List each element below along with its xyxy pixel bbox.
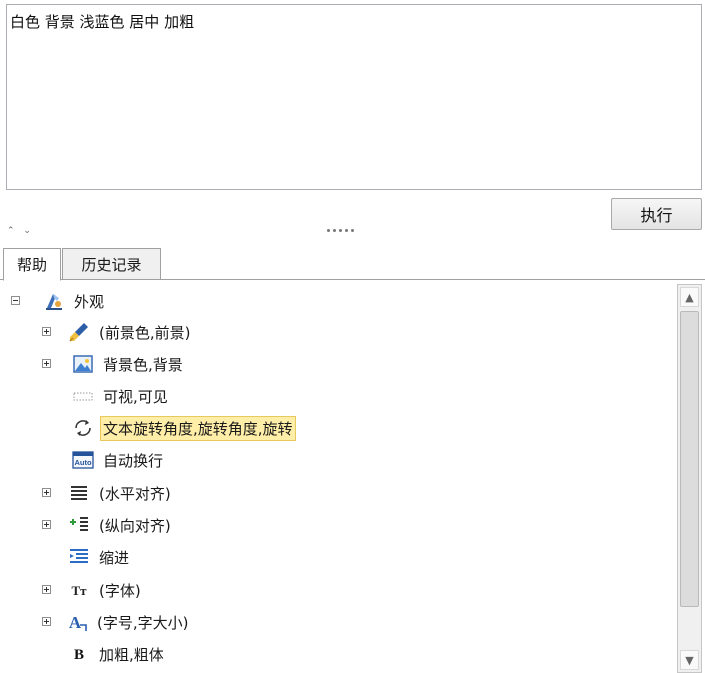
tree-node-text-rotation[interactable]: 文本旋转角度,旋转角度,旋转: [72, 413, 296, 443]
tree-node-label: 加粗,粗体: [99, 645, 164, 664]
svg-text:Tт: Tт: [71, 583, 87, 598]
scroll-thumb[interactable]: [680, 311, 699, 607]
tree-node-label: (字号,字大小): [97, 613, 189, 632]
tree-node-label: 自动换行: [103, 451, 164, 470]
tree-node-label: 背景色,背景: [103, 355, 183, 374]
tree-node-font[interactable]: Tт (字体): [68, 575, 144, 605]
align-horizontal-icon: [68, 482, 90, 504]
expand-expander[interactable]: [42, 327, 51, 336]
dotted-rect-icon: [72, 385, 94, 407]
svg-text:B: B: [74, 647, 84, 663]
collapse-toggle-icon[interactable]: ⌃ ⌄: [7, 226, 34, 236]
grip-dot: [345, 229, 348, 232]
svg-text:A: A: [69, 613, 82, 632]
tree-node-label: 缩进: [99, 548, 130, 567]
expand-expander[interactable]: [42, 359, 51, 368]
grip-dot: [339, 229, 342, 232]
tab-help[interactable]: 帮助: [3, 248, 61, 281]
brush-icon: [68, 321, 90, 343]
scroll-up-icon[interactable]: ▲: [680, 287, 699, 307]
rotate-icon: [72, 417, 94, 439]
expand-expander[interactable]: [42, 585, 51, 594]
help-tree[interactable]: 外观 (前景色,前景) 背景色,背景 可视,可见 文本旋转角度,旋转角度,旋转 …: [5, 284, 677, 673]
tree-node-indent[interactable]: 缩进: [68, 542, 132, 572]
collapse-expander[interactable]: [11, 296, 20, 305]
tree-node-bold[interactable]: B 加粗,粗体: [68, 639, 167, 669]
command-input-box[interactable]: 白色 背景 浅蓝色 居中 加粗: [6, 4, 702, 190]
picture-icon: [72, 353, 94, 375]
bold-icon: B: [68, 643, 90, 665]
command-input[interactable]: 白色 背景 浅蓝色 居中 加粗: [7, 5, 701, 189]
grip-dot: [351, 229, 354, 232]
align-vertical-icon: [68, 514, 90, 536]
tree-node-auto-wrap[interactable]: Auto 自动换行: [72, 445, 166, 475]
tree-node-label: 文本旋转角度,旋转角度,旋转: [100, 415, 296, 441]
font-icon: Tт: [68, 579, 90, 601]
tree-node-label: 可视,可见: [103, 387, 168, 406]
tree-scrollbar[interactable]: ▲ ▼: [677, 284, 702, 673]
tree-node-label: 外观: [74, 292, 105, 311]
tree-node-label: (纵向对齐): [99, 516, 171, 535]
tree-node-label: (字体): [99, 581, 141, 600]
grip-dot: [327, 229, 330, 232]
auto-wrap-icon: Auto: [72, 449, 94, 471]
expand-expander[interactable]: [42, 520, 51, 529]
tab-history[interactable]: 历史记录: [62, 248, 161, 280]
tree-node-horizontal-align[interactable]: (水平对齐): [68, 478, 174, 508]
appearance-icon: [43, 290, 65, 312]
tree-node-font-size[interactable]: A (字号,字大小): [66, 607, 191, 637]
tree-node-appearance[interactable]: 外观: [43, 286, 107, 316]
expand-expander[interactable]: [42, 488, 51, 497]
tree-node-visible[interactable]: 可视,可见: [72, 381, 171, 411]
tree-node-vertical-align[interactable]: (纵向对齐): [68, 510, 174, 540]
splitter-grip[interactable]: [327, 229, 354, 232]
scroll-down-icon[interactable]: ▼: [680, 650, 699, 670]
expand-expander[interactable]: [42, 617, 51, 626]
tree-node-background[interactable]: 背景色,背景: [72, 349, 186, 379]
run-button[interactable]: 执行: [611, 198, 702, 230]
font-size-icon: A: [66, 611, 88, 633]
grip-dot: [333, 229, 336, 232]
svg-text:Auto: Auto: [74, 458, 91, 467]
tree-node-foreground[interactable]: (前景色,前景): [68, 317, 193, 347]
indent-icon: [68, 546, 90, 568]
tree-node-label: (前景色,前景): [99, 323, 191, 342]
tree-node-label: (水平对齐): [99, 484, 171, 503]
